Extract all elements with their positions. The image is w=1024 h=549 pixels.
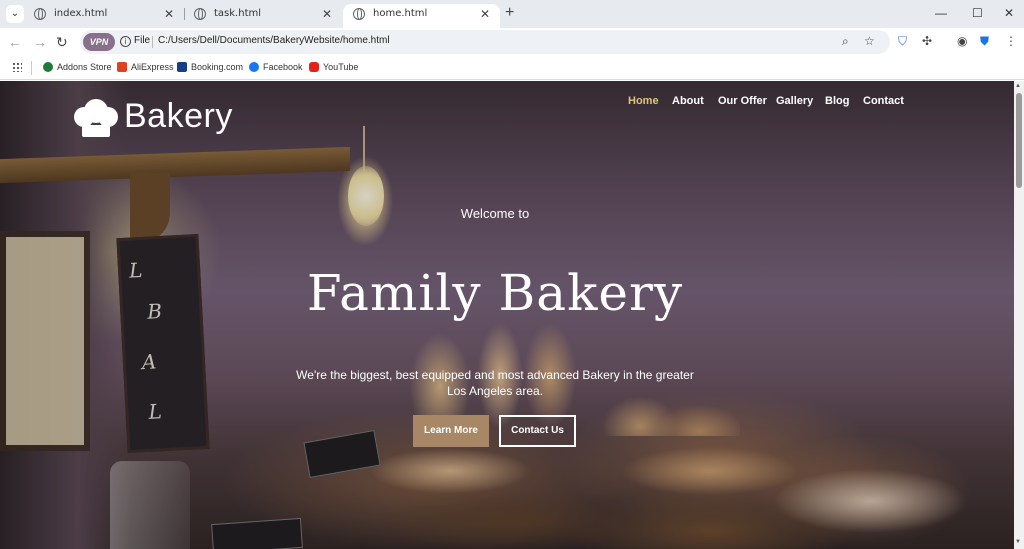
nav-our-offer[interactable]: Our Offer: [718, 95, 767, 111]
site-info-icon[interactable]: i: [120, 36, 131, 47]
contact-us-button[interactable]: Contact Us: [499, 415, 576, 447]
page-scrollbar[interactable]: ▲ ▼: [1014, 81, 1024, 549]
browser-toolbar: ← → ↻ VPN i File C:/Users/Dell/Documents…: [0, 28, 1024, 56]
new-tab-button[interactable]: +: [505, 4, 514, 22]
addons-store-icon: [43, 62, 53, 72]
logo-text: Bakery: [124, 97, 233, 135]
reload-icon[interactable]: ↻: [56, 34, 68, 50]
menu-kebab-icon[interactable]: ⋮: [1005, 34, 1017, 48]
close-icon[interactable]: ✕: [480, 4, 490, 24]
facebook-icon: [249, 62, 259, 72]
bookmark-facebook[interactable]: Facebook: [249, 61, 303, 73]
close-icon[interactable]: ✕: [164, 4, 174, 24]
bookmark-youtube[interactable]: YouTube: [309, 61, 358, 73]
hero-welcome: Welcome to: [460, 206, 530, 221]
tab-search-icon[interactable]: ⌄: [6, 5, 24, 23]
maximize-button[interactable]: ☐: [972, 6, 983, 20]
nav-home[interactable]: Home: [628, 95, 659, 111]
scrollbar-thumb[interactable]: [1016, 93, 1022, 188]
tab-title: home.html: [373, 8, 428, 19]
tab-title: index.html: [54, 8, 108, 19]
url-text[interactable]: C:/Users/Dell/Documents/BakeryWebsite/ho…: [158, 35, 390, 46]
url-divider: [152, 36, 153, 48]
nav-gallery[interactable]: Gallery: [776, 95, 813, 111]
bookmark-addons-store[interactable]: Addons Store: [43, 61, 112, 73]
vpn-badge[interactable]: VPN: [83, 33, 115, 51]
forward-icon[interactable]: →: [33, 34, 47, 50]
close-window-button[interactable]: ✕: [1004, 6, 1014, 20]
bookmark-star-icon[interactable]: ☆: [864, 34, 875, 48]
tab-index[interactable]: index.html ✕: [24, 4, 184, 28]
chef-hat-icon: [70, 99, 120, 137]
bookmark-booking[interactable]: Booking.com: [177, 61, 243, 73]
globe-icon: [353, 8, 365, 20]
apps-grid-icon[interactable]: [12, 62, 22, 72]
bookmark-label: Addons Store: [57, 62, 112, 72]
tab-strip: ⌄ index.html ✕ task.html ✕ home.html ✕ +…: [0, 0, 1024, 28]
bookmark-label: Facebook: [263, 62, 303, 72]
nav-blog[interactable]: Blog: [825, 95, 849, 111]
scroll-up-icon[interactable]: ▲: [1015, 83, 1021, 89]
minimize-button[interactable]: —: [935, 6, 947, 20]
booking-icon: [177, 62, 187, 72]
bookmarks-divider: [31, 61, 32, 75]
tab-home[interactable]: home.html ✕: [343, 4, 500, 28]
nav-contact[interactable]: Contact: [863, 95, 904, 111]
tab-title: task.html: [214, 8, 262, 19]
shield-extension-icon[interactable]: ⛉: [898, 34, 907, 49]
youtube-icon: [309, 62, 319, 72]
hero-tagline: We're the biggest, best equipped and mos…: [296, 368, 694, 398]
back-icon[interactable]: ←: [8, 34, 22, 50]
nav-about[interactable]: About: [672, 95, 704, 111]
aliexpress-icon: [117, 62, 127, 72]
bookmarks-bar: Addons Store AliExpress Booking.com Face…: [0, 56, 1024, 80]
bookmark-label: AliExpress: [131, 62, 174, 72]
close-icon[interactable]: ✕: [322, 4, 332, 24]
hero-title: Family Bakery: [306, 264, 684, 322]
security-shield-icon[interactable]: ⛊: [980, 34, 989, 49]
profile-avatar-icon[interactable]: ◉: [957, 34, 967, 48]
learn-more-button[interactable]: Learn More: [413, 415, 489, 447]
globe-icon: [194, 8, 206, 20]
globe-icon: [34, 8, 46, 20]
bookmark-label: Booking.com: [191, 62, 244, 72]
scheme-label: File: [134, 35, 151, 46]
bookmark-aliexpress[interactable]: AliExpress: [117, 61, 174, 73]
scroll-down-icon[interactable]: ▼: [1015, 539, 1021, 545]
tab-task[interactable]: task.html ✕: [184, 4, 342, 28]
zoom-icon[interactable]: ⌕: [842, 34, 849, 49]
bookmark-label: YouTube: [323, 62, 359, 72]
page-viewport: L B A L Bakery Home About Our Offer Gall…: [0, 81, 1014, 549]
extensions-puzzle-icon[interactable]: ✣: [922, 34, 932, 48]
address-bar[interactable]: VPN i File C:/Users/Dell/Documents/Baker…: [80, 30, 890, 54]
